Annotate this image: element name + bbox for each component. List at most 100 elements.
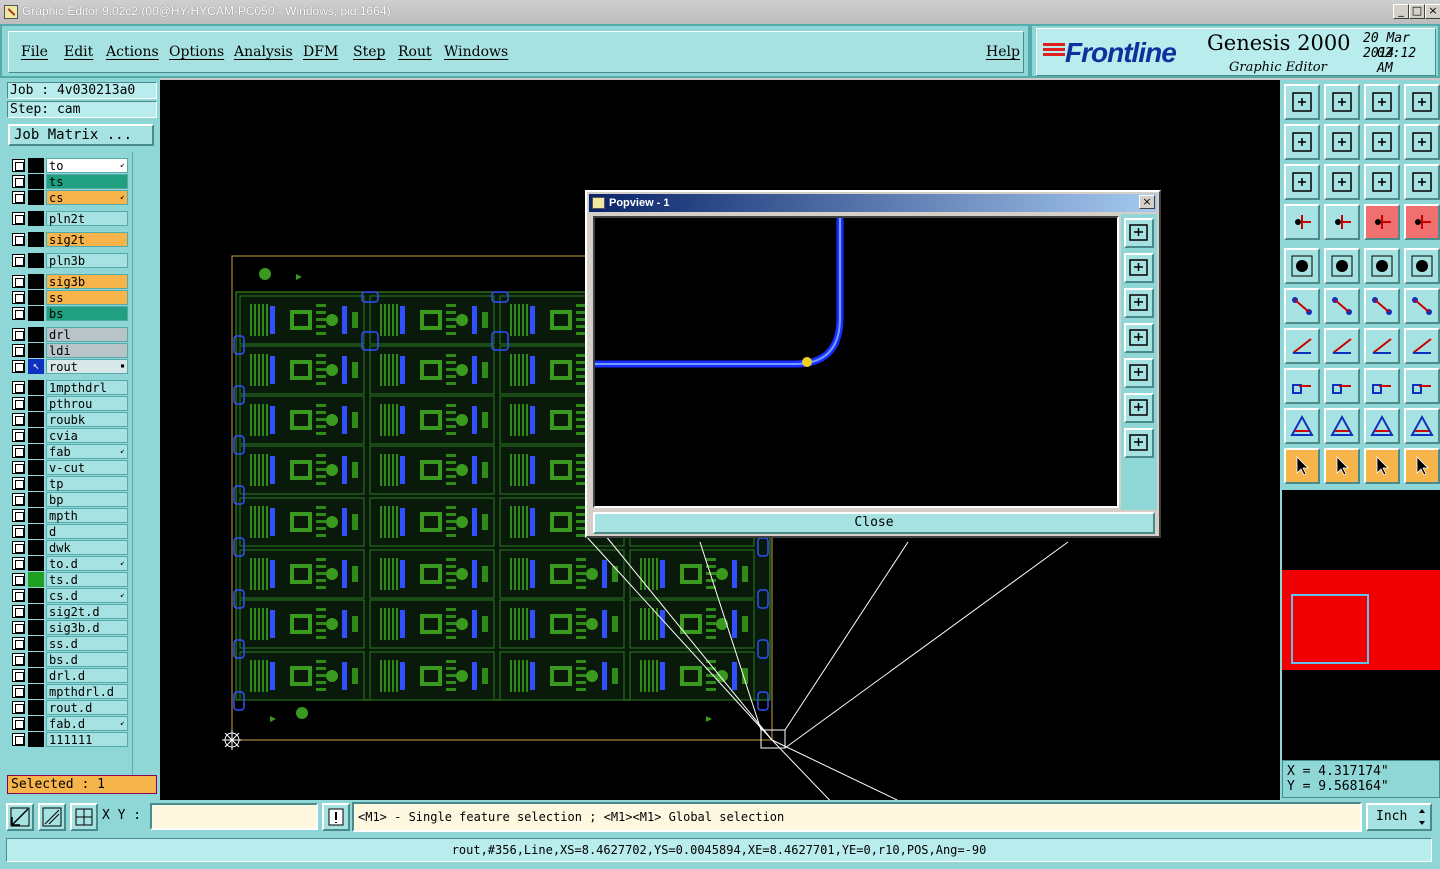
menu-dfm[interactable]: DFM xyxy=(303,44,338,60)
layer-name[interactable]: ts xyxy=(46,174,128,189)
layer-name[interactable]: to xyxy=(46,158,128,173)
layer-checkbox[interactable] xyxy=(12,360,25,373)
layer-row[interactable]: sig2t.d xyxy=(10,604,128,619)
pv-zoom-in-button[interactable] xyxy=(1124,253,1154,283)
layer-affected-toggle[interactable] xyxy=(28,158,44,173)
layer-checkbox[interactable] xyxy=(12,461,25,474)
layer-row[interactable]: to ↙ xyxy=(10,158,128,173)
copy-button[interactable] xyxy=(1404,288,1440,324)
layer-name[interactable]: v-cut xyxy=(46,460,128,475)
layer-name[interactable]: rout xyxy=(46,359,128,374)
xy-input[interactable] xyxy=(150,803,318,830)
layer-row[interactable]: pln3b xyxy=(10,253,128,268)
layer-name[interactable]: bs.d xyxy=(46,652,128,667)
layer-row[interactable]: bs.d xyxy=(10,652,128,667)
add-circle-button[interactable] xyxy=(1404,248,1440,284)
pv-pan-right-button[interactable] xyxy=(1124,358,1154,388)
layer-checkbox[interactable] xyxy=(12,685,25,698)
layer-checkbox[interactable] xyxy=(12,328,25,341)
layer-checkbox[interactable] xyxy=(12,254,25,267)
pan-center-button[interactable] xyxy=(1324,164,1360,200)
zoom-home-button[interactable] xyxy=(1284,84,1320,120)
layer-name[interactable]: cs xyxy=(46,190,128,205)
rout-vertex-marker[interactable] xyxy=(802,357,812,367)
layer-checkbox[interactable] xyxy=(12,397,25,410)
layer-row[interactable]: cvia xyxy=(10,428,128,443)
maximize-button[interactable]: □ xyxy=(1409,4,1425,19)
move-vertex-button[interactable] xyxy=(1284,368,1320,404)
delete-button[interactable] xyxy=(1324,288,1360,324)
pv-zoom-out-button[interactable] xyxy=(1124,288,1154,318)
layer-row[interactable]: dwk xyxy=(10,540,128,555)
layer-row[interactable]: tp xyxy=(10,476,128,491)
layer-row[interactable]: fab ↙ xyxy=(10,444,128,459)
layer-affected-toggle[interactable] xyxy=(28,492,44,507)
units-selector[interactable]: Inch xyxy=(1366,803,1432,831)
layer-name[interactable]: fab xyxy=(46,444,128,459)
layer-row[interactable]: cs ↙ xyxy=(10,190,128,205)
zoom-in-button[interactable] xyxy=(1324,84,1360,120)
layer-name[interactable]: ldi xyxy=(46,343,128,358)
layer-name[interactable]: ss xyxy=(46,290,128,305)
layer-checkbox[interactable] xyxy=(12,307,25,320)
add-text-button[interactable] xyxy=(1364,248,1400,284)
layer-checkbox[interactable] xyxy=(12,275,25,288)
layer-checkbox[interactable] xyxy=(12,509,25,522)
layer-name[interactable]: fab.d xyxy=(46,716,128,731)
layer-row[interactable]: ts.d xyxy=(10,572,128,587)
menu-step[interactable]: Step xyxy=(353,44,385,60)
popview-close-button[interactable]: Close xyxy=(593,512,1155,534)
layer-affected-toggle[interactable] xyxy=(28,700,44,715)
layer-name[interactable]: sig2t.d xyxy=(46,604,128,619)
layer-affected-toggle[interactable] xyxy=(28,540,44,555)
layer-affected-toggle[interactable] xyxy=(28,652,44,667)
layer-display-button[interactable] xyxy=(1364,204,1400,240)
pan-left-button[interactable] xyxy=(1284,124,1320,160)
layer-row[interactable]: mpth xyxy=(10,508,128,523)
layer-affected-toggle[interactable] xyxy=(28,460,44,475)
layer-affected-toggle[interactable] xyxy=(28,684,44,699)
job-matrix-button[interactable]: Job Matrix ... xyxy=(8,124,154,146)
layer-affected-toggle[interactable] xyxy=(28,636,44,651)
layer-affected-toggle[interactable] xyxy=(28,327,44,342)
layer-row[interactable]: roubk xyxy=(10,412,128,427)
zoom-window-button[interactable] xyxy=(1404,84,1440,120)
arc-draw-button[interactable] xyxy=(1364,328,1400,364)
layer-row[interactable]: drl.d xyxy=(10,668,128,683)
zoom-one-to-one-button[interactable] xyxy=(1364,164,1400,200)
menu-help[interactable]: Help xyxy=(986,44,1020,60)
layer-row[interactable]: pln2t xyxy=(10,211,128,226)
pv-center-button[interactable] xyxy=(1124,428,1154,458)
popview-close-x-button[interactable]: × xyxy=(1139,195,1155,209)
layer-checkbox[interactable] xyxy=(12,191,25,204)
move-button[interactable] xyxy=(1364,288,1400,324)
layer-name[interactable]: dwk xyxy=(46,540,128,555)
layer-name[interactable]: sig2t xyxy=(46,232,128,247)
layer-checkbox[interactable] xyxy=(12,637,25,650)
layer-checkbox[interactable] xyxy=(12,589,25,602)
layer-checkbox[interactable] xyxy=(12,381,25,394)
layer-name[interactable]: drl.d xyxy=(46,668,128,683)
layer-name[interactable]: d xyxy=(46,524,128,539)
layer-row[interactable]: drl xyxy=(10,327,128,342)
layer-affected-toggle[interactable] xyxy=(28,190,44,205)
layer-affected-toggle[interactable] xyxy=(28,732,44,747)
layer-affected-toggle[interactable] xyxy=(28,174,44,189)
layer-row[interactable]: cs.d ↙ xyxy=(10,588,128,603)
layer-checkbox[interactable] xyxy=(12,159,25,172)
layer-row[interactable]: 1mpthdrl xyxy=(10,380,128,395)
zoom-previous-button[interactable] xyxy=(1364,124,1400,160)
layer-name[interactable]: pthrou xyxy=(46,396,128,411)
zoom-home-step-button[interactable] xyxy=(1364,84,1400,120)
layer-name[interactable]: ss.d xyxy=(46,636,128,651)
layer-affected-toggle[interactable] xyxy=(28,274,44,289)
layer-checkbox[interactable] xyxy=(12,445,25,458)
menu-windows[interactable]: Windows xyxy=(444,44,508,60)
snap-mode-button[interactable] xyxy=(6,803,34,831)
layer-checkbox[interactable] xyxy=(12,733,25,746)
layer-checkbox[interactable] xyxy=(12,344,25,357)
polygon-blue-button[interactable] xyxy=(1324,408,1360,444)
pv-pan-left-button[interactable] xyxy=(1124,323,1154,353)
layer-affected-toggle[interactable] xyxy=(28,380,44,395)
zoom-fit-button[interactable] xyxy=(1284,164,1320,200)
